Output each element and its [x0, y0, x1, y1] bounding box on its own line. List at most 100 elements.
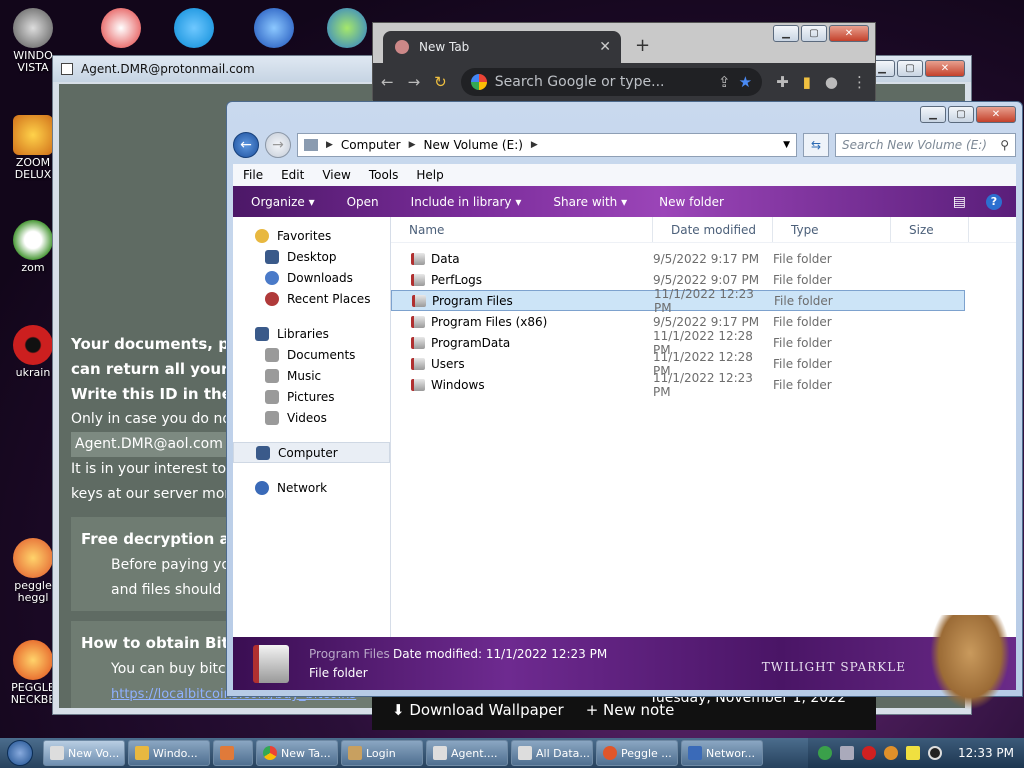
column-name[interactable]: Name: [391, 217, 653, 242]
chrome-window: New Tab ✕ + ▁ ▢ ✕ ← → ↻ Search Google or…: [372, 22, 876, 101]
minimize-button[interactable]: ▁: [920, 106, 946, 123]
open-button[interactable]: Open: [347, 195, 379, 209]
nav-item-documents[interactable]: Documents: [233, 344, 390, 365]
forward-button[interactable]: →: [265, 132, 291, 158]
menu-help[interactable]: Help: [416, 168, 443, 182]
taskbar-label: Login: [366, 746, 396, 760]
back-icon[interactable]: ←: [381, 73, 394, 91]
nav-favorites[interactable]: Favorites: [233, 225, 390, 246]
maximize-button[interactable]: ▢: [948, 106, 974, 123]
extensions-icon[interactable]: ✚: [776, 73, 789, 91]
nav-label: Computer: [278, 445, 338, 460]
menu-view[interactable]: View: [322, 168, 350, 182]
search-input[interactable]: Search New Volume (E:) ⚲: [835, 133, 1016, 157]
desktop-icon-globe[interactable]: [245, 8, 303, 50]
desktop-icon-skype[interactable]: [165, 8, 223, 50]
nav-label: Desktop: [287, 249, 337, 264]
maximize-button[interactable]: ▢: [801, 25, 827, 42]
tab-close-icon[interactable]: ✕: [599, 39, 611, 55]
tray-antivirus-icon[interactable]: [862, 746, 876, 760]
taskbar-button-login[interactable]: Login: [341, 740, 423, 766]
new-folder-button[interactable]: New folder: [659, 195, 724, 209]
file-row-selected[interactable]: Program Files 11/1/2022 12:23 PM File fo…: [391, 287, 965, 315]
close-button[interactable]: ✕: [829, 25, 869, 42]
bookmark-star-icon[interactable]: ★: [739, 73, 752, 91]
tray-volume-icon[interactable]: [928, 746, 942, 760]
close-button[interactable]: ✕: [976, 106, 1016, 123]
include-in-library-button[interactable]: Include in library ▾: [411, 195, 522, 209]
file-name: Data: [431, 251, 460, 266]
taskbar-button-app[interactable]: [213, 740, 253, 766]
close-button[interactable]: ✕: [925, 60, 965, 77]
taskbar-button-agent[interactable]: Agent....: [426, 740, 508, 766]
chrome-tab[interactable]: New Tab ✕: [383, 31, 621, 63]
breadcrumb-computer[interactable]: Computer: [341, 138, 401, 152]
taskbar-label: New Vo...: [68, 746, 120, 760]
menu-edit[interactable]: Edit: [281, 168, 304, 182]
nav-label: Favorites: [277, 228, 332, 243]
sidepanel-icon[interactable]: ▮: [803, 73, 811, 91]
file-row[interactable]: Windows 11/1/2022 12:23 PM File folder: [391, 371, 1016, 399]
taskbar-button-peggle[interactable]: Peggle ...: [596, 740, 678, 766]
omnibox[interactable]: Search Google or type... ⇪ ★: [460, 68, 763, 96]
menu-file[interactable]: File: [243, 168, 263, 182]
organize-button[interactable]: Organize ▾: [251, 195, 315, 209]
new-tab-button[interactable]: +: [635, 35, 650, 56]
help-icon[interactable]: ?: [986, 193, 1002, 210]
tray-search-icon[interactable]: [884, 746, 898, 760]
back-button[interactable]: ←: [233, 132, 259, 158]
flower-icon: [13, 220, 53, 260]
share-icon[interactable]: ⇪: [718, 73, 731, 91]
taskbar-button-chrome[interactable]: New Ta...: [256, 740, 338, 766]
chrome-tabbar: New Tab ✕ + ▁ ▢ ✕: [373, 23, 875, 63]
breadcrumb-volume[interactable]: New Volume (E:): [424, 138, 523, 152]
file-row[interactable]: Data 9/5/2022 9:17 PM File folder: [391, 248, 1016, 269]
desktop-icon-p[interactable]: [92, 8, 150, 50]
chrome-toolbar: ← → ↻ Search Google or type... ⇪ ★ ✚ ▮ ●…: [373, 63, 875, 101]
nav-label: Videos: [287, 410, 327, 425]
maximize-button[interactable]: ▢: [897, 60, 923, 77]
taskbar-button-all-data[interactable]: All Data...: [511, 740, 593, 766]
reload-icon[interactable]: ↻: [434, 73, 447, 91]
nav-libraries[interactable]: Libraries: [233, 323, 390, 344]
views-icon[interactable]: ▤: [953, 194, 966, 210]
download-wallpaper-button[interactable]: ⬇ Download Wallpaper: [392, 701, 564, 719]
peggle-icon: [603, 746, 617, 760]
taskbar-label: Networ...: [706, 746, 756, 760]
nav-item-recent-places[interactable]: Recent Places: [233, 288, 390, 309]
lock-icon: [348, 746, 362, 760]
clock[interactable]: 12:33 PM: [958, 746, 1014, 760]
desktop-icon-ie[interactable]: [318, 8, 376, 50]
taskbar-button-network[interactable]: Networ...: [681, 740, 763, 766]
taskbar-button-explorer[interactable]: New Vo...: [43, 740, 125, 766]
zoom-icon: [13, 115, 53, 155]
start-button[interactable]: [0, 738, 40, 768]
minimize-button[interactable]: ▁: [773, 25, 799, 42]
file-date: 11/1/2022 12:23 PM: [653, 370, 753, 399]
nav-item-videos[interactable]: Videos: [233, 407, 390, 428]
chevron-right-icon: ▶: [530, 140, 538, 150]
profile-icon[interactable]: ●: [825, 73, 838, 91]
chevron-down-icon[interactable]: ▼: [783, 140, 790, 150]
share-with-button[interactable]: Share with ▾: [553, 195, 627, 209]
content-pane: Favorites Desktop Downloads Recent Place…: [233, 217, 1016, 637]
tray-network-icon[interactable]: [840, 746, 854, 760]
column-type[interactable]: Type: [773, 217, 891, 242]
tray-note-icon[interactable]: [906, 746, 920, 760]
taskbar-button-window[interactable]: Windo...: [128, 740, 210, 766]
nav-item-desktop[interactable]: Desktop: [233, 246, 390, 267]
column-size[interactable]: Size: [891, 217, 969, 242]
nav-network[interactable]: Network: [233, 477, 390, 498]
nav-item-music[interactable]: Music: [233, 365, 390, 386]
menu-tools[interactable]: Tools: [369, 168, 399, 182]
tray-download-icon[interactable]: [818, 746, 832, 760]
nav-item-downloads[interactable]: Downloads: [233, 267, 390, 288]
address-bar[interactable]: ▶ Computer ▶ New Volume (E:) ▶ ▼: [297, 133, 797, 157]
menu-icon[interactable]: ⋮: [852, 73, 867, 91]
nav-computer[interactable]: Computer: [233, 442, 390, 463]
refresh-button[interactable]: ⇆: [803, 133, 829, 157]
column-date-modified[interactable]: Date modified: [653, 217, 773, 242]
nav-item-pictures[interactable]: Pictures: [233, 386, 390, 407]
forward-icon[interactable]: →: [408, 73, 421, 91]
tab-title: New Tab: [419, 40, 470, 54]
